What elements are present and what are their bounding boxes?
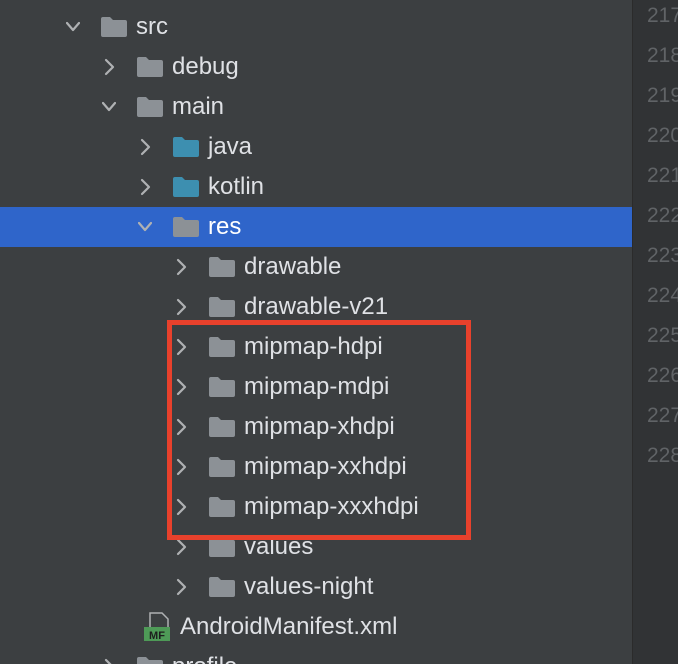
- folder-icon: [209, 297, 235, 317]
- tree-node-label: values-night: [244, 573, 374, 600]
- line-number: 219: [647, 84, 678, 107]
- line-number: 223: [647, 244, 678, 267]
- line-number: 226: [647, 364, 678, 387]
- editor-line-gutter: 217 218 219 220 221 222 223 224 225 226 227 228: [632, 0, 678, 664]
- line-number: 220: [647, 124, 678, 147]
- line-number: 218: [647, 44, 678, 67]
- tree-node-kotlin[interactable]: kotlin: [0, 167, 632, 207]
- annotation-highlight-box: [167, 320, 471, 540]
- line-number: 227: [647, 404, 678, 427]
- tree-node-label: profile: [172, 647, 237, 664]
- chevron-right-icon[interactable]: [102, 657, 116, 664]
- tree-node-label: src: [136, 13, 168, 40]
- folder-icon: [137, 657, 163, 664]
- tree-node-label: AndroidManifest.xml: [180, 613, 398, 640]
- chevron-right-icon[interactable]: [174, 537, 188, 557]
- line-number: 222: [647, 204, 678, 227]
- source-folder-icon: [173, 177, 199, 197]
- tree-node-res[interactable]: res: [0, 207, 632, 247]
- line-number: 221: [647, 164, 678, 187]
- folder-icon: [173, 217, 199, 237]
- chevron-right-icon[interactable]: [138, 177, 152, 197]
- chevron-right-icon[interactable]: [102, 57, 116, 77]
- tree-node-label: java: [208, 133, 253, 160]
- line-number: 228: [647, 444, 678, 467]
- tree-node-drawable[interactable]: drawable: [0, 247, 632, 287]
- line-number: 225: [647, 324, 678, 347]
- manifest-icon-text: MF: [149, 630, 165, 642]
- tree-node-profile[interactable]: profile: [0, 647, 632, 664]
- source-folder-icon: [173, 137, 199, 157]
- folder-icon: [209, 257, 235, 277]
- chevron-right-icon[interactable]: [138, 137, 152, 157]
- chevron-down-icon[interactable]: [66, 17, 80, 37]
- chevron-down-icon[interactable]: [138, 217, 152, 237]
- tree-node-src[interactable]: src: [0, 7, 632, 47]
- folder-icon: [137, 97, 163, 117]
- tree-node-label: kotlin: [208, 173, 265, 200]
- tree-node-label: main: [172, 93, 225, 120]
- tree-node-label: drawable: [244, 253, 342, 280]
- folder-icon: [101, 17, 127, 37]
- folder-icon: [209, 577, 235, 597]
- chevron-down-icon[interactable]: [102, 97, 116, 117]
- chevron-right-icon[interactable]: [174, 297, 188, 317]
- tree-node-java[interactable]: java: [0, 127, 632, 167]
- line-number: 217: [647, 4, 678, 27]
- folder-icon: [137, 57, 163, 77]
- manifest-file-icon: MF: [144, 612, 170, 642]
- tree-node-label: debug: [172, 53, 239, 80]
- tree-node-android-manifest[interactable]: MF AndroidManifest.xml: [0, 607, 632, 647]
- chevron-right-icon[interactable]: [174, 577, 188, 597]
- line-number: 224: [647, 284, 678, 307]
- chevron-right-icon[interactable]: [174, 257, 188, 277]
- tree-node-main[interactable]: main: [0, 87, 632, 127]
- tree-node-label: res: [208, 213, 242, 240]
- tree-node-values-night[interactable]: values-night: [0, 567, 632, 607]
- tree-node-debug[interactable]: debug: [0, 47, 632, 87]
